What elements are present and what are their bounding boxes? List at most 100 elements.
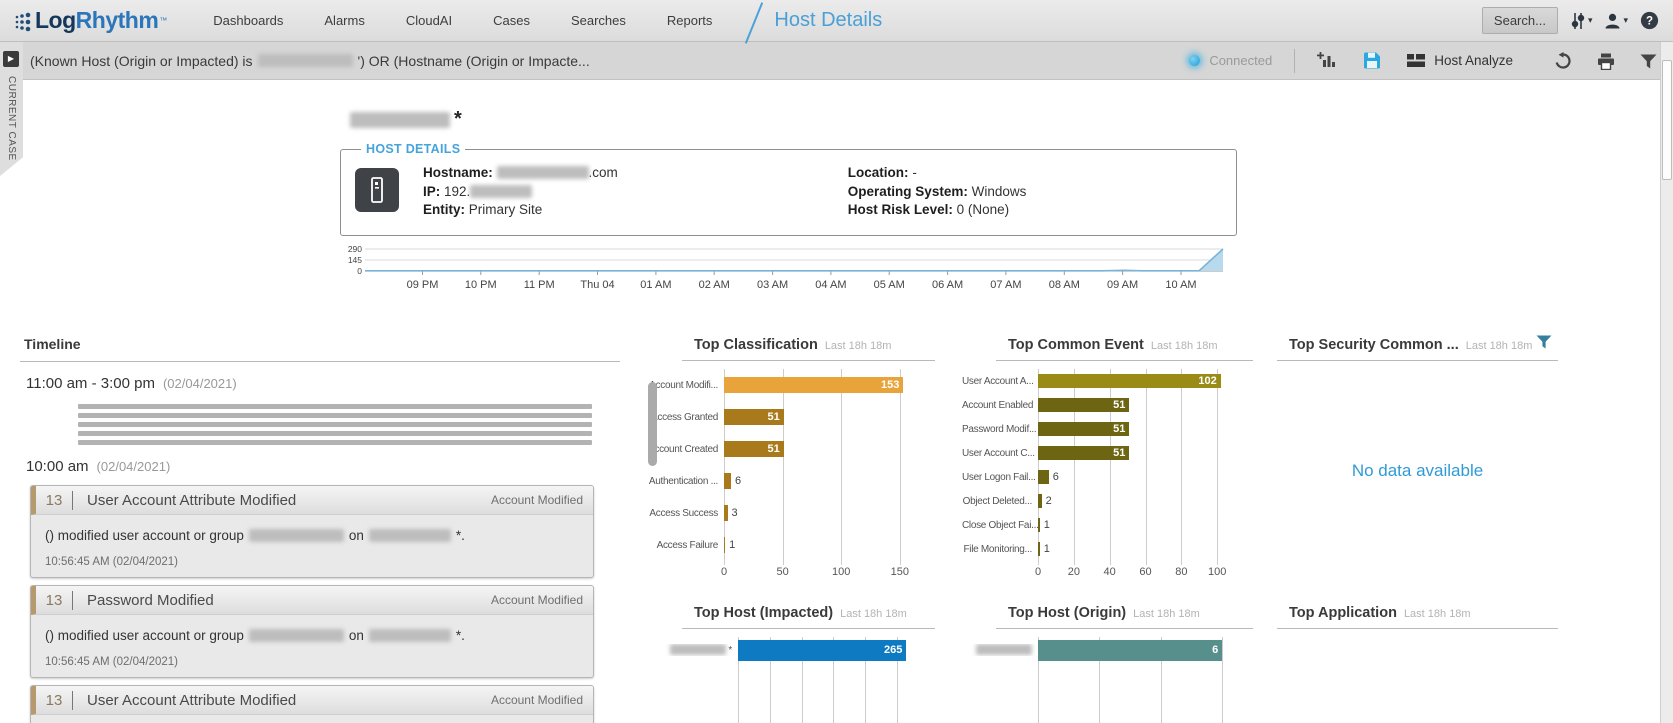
page-scrollbar-thumb[interactable] [1662, 60, 1672, 180]
bar[interactable]: 153 [724, 377, 903, 393]
bar-label: File Monitoring... [962, 544, 1038, 555]
logo-trademark: ™ [159, 16, 167, 25]
add-widget-button[interactable] [1317, 52, 1337, 69]
top-classification-panel: Top Classification Last 18h 18m Account … [648, 332, 935, 579]
bar[interactable]: 51 [1038, 398, 1129, 412]
bar-track: 51 [724, 433, 935, 465]
query-text-suffix: ') OR (Hostname (Origin or Impacte... [358, 53, 590, 69]
bar[interactable] [1038, 470, 1049, 484]
bar-row-access-granted[interactable]: Access Granted51 [648, 401, 935, 433]
top-common-event-panel: Top Common Event Last 18h 18m User Accou… [962, 332, 1253, 579]
bar-row-user-account-a[interactable]: User Account A...102 [962, 369, 1253, 393]
search-button[interactable]: Search... [1482, 7, 1558, 34]
nav-item-alarms[interactable]: Alarms [324, 13, 364, 28]
bar-row-object-deleted[interactable]: Object Deleted...2 [962, 489, 1253, 513]
event-count: 13 [36, 492, 72, 509]
timeline-card-header: 13User Account Attribute ModifiedAccount… [31, 486, 593, 515]
panel-period: Last 18h 18m [1466, 340, 1533, 352]
page-scrollbar[interactable] [1660, 42, 1673, 723]
bar-row-account-created[interactable]: Account Created51 [648, 433, 935, 465]
print-button[interactable] [1597, 53, 1615, 70]
bar[interactable] [1038, 518, 1040, 532]
panel-filter-button[interactable] [1536, 335, 1552, 354]
bar-row-host[interactable]: *265 [648, 637, 935, 663]
nav-item-dashboards[interactable]: Dashboards [213, 13, 283, 28]
bar-track: 1 [1038, 537, 1253, 561]
bar-label: User Account C... [962, 448, 1038, 459]
nav-item-reports[interactable]: Reports [667, 13, 713, 28]
reset-button[interactable] [1554, 52, 1572, 70]
bar-row-user-account-c[interactable]: User Account C... 51 [962, 441, 1253, 465]
bar[interactable]: 6 [1038, 640, 1222, 661]
timeline-group-header: 10:00 am(02/04/2021) [26, 458, 620, 475]
timeline-panel: Timeline 11:00 am - 3:00 pm(02/04/2021) … [20, 332, 620, 723]
bar-track: 51 [1038, 393, 1253, 417]
timeline-card-body: () modified user account or group abdall… [31, 715, 593, 723]
user-menu-button[interactable]: ▾ [1604, 12, 1628, 30]
bar-row-account-enabled[interactable]: Account Enabled51 [962, 393, 1253, 417]
host-analyze-button[interactable]: Host Analyze [1407, 53, 1513, 68]
filter-button[interactable] [1640, 54, 1657, 69]
logrhythm-logo[interactable]: LogRhythm™ [14, 7, 167, 34]
bar[interactable]: 51 [724, 441, 784, 457]
common-event-bar-chart: User Account A...102Account Enabled51Pas… [962, 369, 1253, 579]
bar[interactable]: 102 [1038, 374, 1221, 388]
bar-value: 51 [1113, 423, 1125, 435]
bar-row-account-modifi[interactable]: Account Modifi...153 [648, 369, 935, 401]
bar[interactable]: 265 [738, 640, 906, 661]
bar-row-access-failure[interactable]: Access Failure1 [648, 529, 935, 561]
classification-badge: Account Modified [491, 693, 583, 707]
bar-label [962, 644, 1038, 656]
help-icon: ? [1640, 11, 1659, 30]
bar-row-user-logon-fail[interactable]: User Logon Fail...6 [962, 465, 1253, 489]
classification-badge: Account Modified [491, 493, 583, 507]
expand-arrow-icon[interactable]: ▶ [3, 51, 19, 67]
timeline-scrollbar-thumb[interactable] [648, 382, 657, 466]
bar-value: 153 [881, 379, 899, 391]
host-field-ip: IP: 192. [423, 183, 618, 202]
save-layout-button[interactable] [1363, 52, 1381, 69]
host-activity-chart: 290145009 PM10 PM11 PMThu 0401 AM02 AM03… [340, 244, 1230, 296]
bar[interactable]: 51 [1038, 422, 1129, 436]
redacted-text [369, 629, 451, 642]
nav-item-searches[interactable]: Searches [571, 13, 626, 28]
bar[interactable] [1038, 542, 1040, 556]
nav-item-cases[interactable]: Cases [493, 13, 530, 28]
timeline-card-user-account-attribute-modified[interactable]: 13 User Account Attribute Modified Account… [30, 685, 594, 723]
bar[interactable] [724, 505, 728, 521]
bar-value: 1 [1044, 519, 1050, 531]
svg-text:145: 145 [348, 255, 362, 265]
bar[interactable] [724, 537, 725, 553]
bar[interactable] [1038, 494, 1042, 508]
redacted-value [470, 185, 532, 198]
bar-row-access-success[interactable]: Access Success3 [648, 497, 935, 529]
bar-row-password-modif[interactable]: Password Modif...51 [962, 417, 1253, 441]
bar-row-host[interactable]: 6 [962, 637, 1253, 663]
bar[interactable]: 51 [724, 409, 784, 425]
bar-row-authentication[interactable]: Authentication ...6 [648, 465, 935, 497]
timeline-card-user-account-attribute-modified[interactable]: 13User Account Attribute ModifiedAccount… [30, 485, 594, 578]
help-button[interactable]: ? [1640, 11, 1659, 30]
event-timestamp: 10:56:45 AM (02/04/2021) [45, 556, 581, 568]
redacted-event-row [78, 431, 592, 436]
bar[interactable] [724, 473, 731, 489]
search-query-field[interactable]: (Known Host (Origin or Impacted) is ') O… [30, 53, 590, 69]
display-settings-button[interactable]: ▾ [1570, 12, 1593, 30]
svg-text:?: ? [1646, 16, 1653, 28]
timeline-group-header: 11:00 am - 3:00 pm(02/04/2021) [26, 375, 620, 392]
nav-item-cloudai[interactable]: CloudAI [406, 13, 452, 28]
bar-value: 51 [1113, 447, 1125, 459]
redacted-text [249, 629, 344, 642]
current-case-tab[interactable]: ▶ CURRENT CASE [0, 42, 23, 176]
bar[interactable]: 51 [1038, 446, 1129, 460]
host-computer-icon [355, 168, 399, 212]
bar-row-close-object-fai[interactable]: Close Object Fai...1 [962, 513, 1253, 537]
timeline-title: Timeline [20, 332, 620, 362]
timeline-card-password-modified[interactable]: 13Password ModifiedAccount Modified() mo… [30, 585, 594, 678]
redacted-text [369, 529, 451, 542]
bar-row-file-monitoring[interactable]: File Monitoring...1 [962, 537, 1253, 561]
panel-period: Last 18h 18m [840, 608, 907, 620]
event-title: User Account Attribute Modified [87, 692, 296, 709]
event-count: 13 [36, 692, 72, 709]
bar-label: Authentication ... [648, 476, 724, 487]
